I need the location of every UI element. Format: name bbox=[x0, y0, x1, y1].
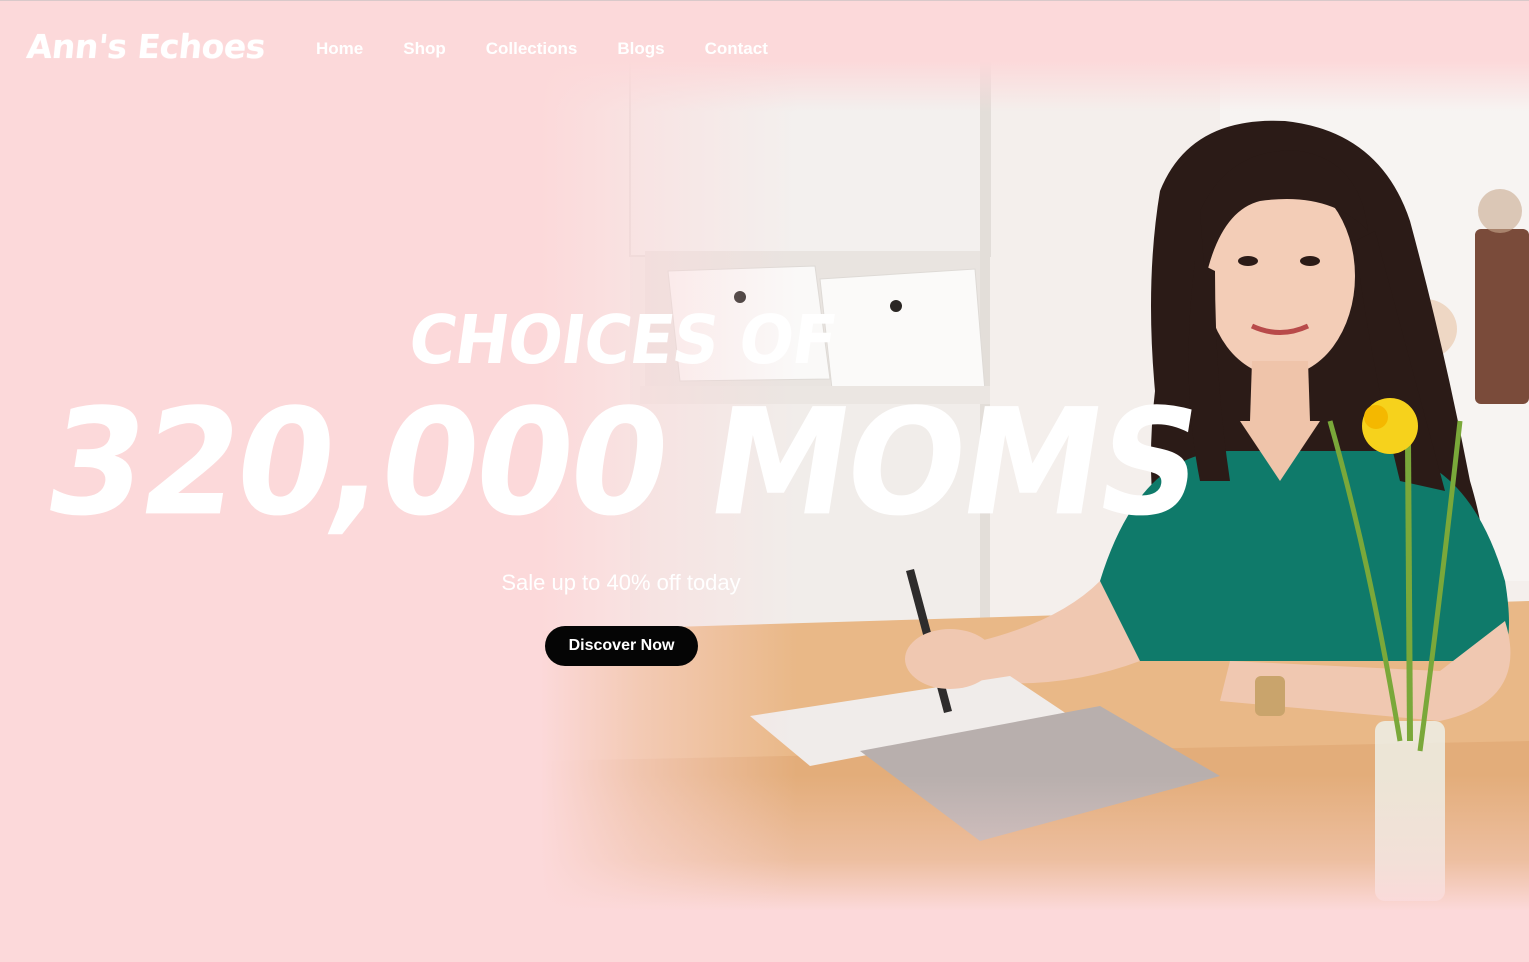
hero-subtitle: Sale up to 40% off today bbox=[501, 570, 741, 595]
page: Ann's Echoes Home Shop Collections Blogs… bbox=[0, 0, 1529, 962]
nav-shop-link[interactable]: Shop bbox=[403, 39, 446, 59]
site-logo[interactable]: Ann's Echoes bbox=[25, 27, 267, 66]
nav-home-link[interactable]: Home bbox=[316, 39, 363, 59]
discover-now-button[interactable]: Discover Now bbox=[545, 626, 698, 666]
hero-title: 320,000 MOMS bbox=[34, 377, 1211, 550]
nav-contact-link[interactable]: Contact bbox=[705, 39, 768, 59]
nav-blogs-link[interactable]: Blogs bbox=[617, 39, 664, 59]
main-nav: Home Shop Collections Blogs Contact bbox=[316, 39, 768, 59]
header: Ann's Echoes Home Shop Collections Blogs… bbox=[0, 1, 1529, 99]
nav-collections-link[interactable]: Collections bbox=[486, 39, 578, 59]
hero-kicker: CHOICES OF bbox=[404, 302, 841, 380]
